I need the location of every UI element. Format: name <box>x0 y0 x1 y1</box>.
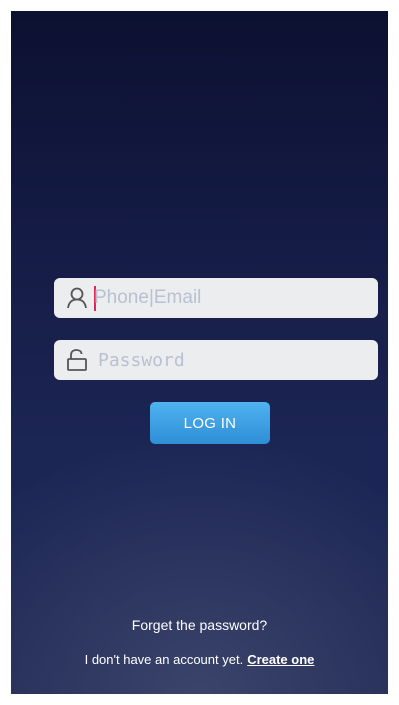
forget-password-link[interactable]: Forget the password? <box>11 617 388 633</box>
phone-email-input[interactable] <box>94 278 370 318</box>
password-input[interactable] <box>98 340 374 380</box>
password-field[interactable] <box>54 340 378 380</box>
unlocked-lock-icon <box>66 349 88 371</box>
create-account-link[interactable]: Create one <box>247 652 314 667</box>
login-screen: LOG IN Forget the password? I don't have… <box>11 11 388 694</box>
user-icon <box>66 287 88 309</box>
create-account-line: I don't have an account yet. Create one <box>11 652 388 667</box>
no-account-text: I don't have an account yet. <box>84 652 244 667</box>
username-field[interactable] <box>54 278 378 318</box>
log-in-button[interactable]: LOG IN <box>150 402 270 444</box>
